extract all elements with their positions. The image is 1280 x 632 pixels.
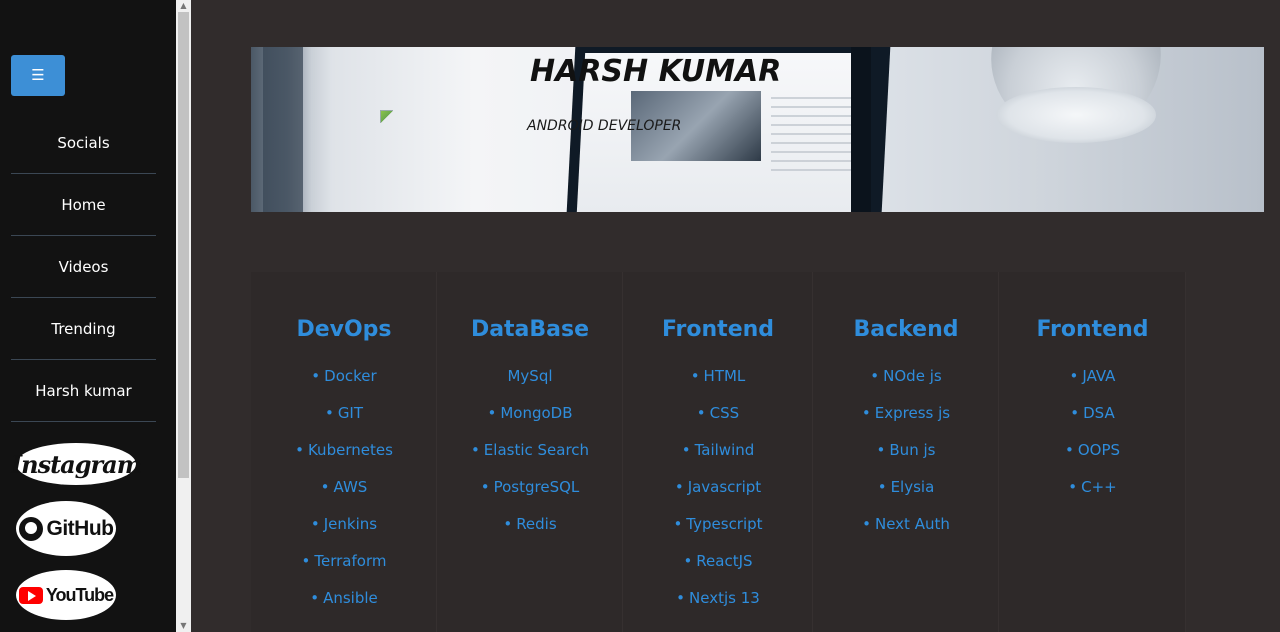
- skill-column-backend: Backend • NOde js • Express js • Bun js • El…: [813, 272, 999, 632]
- skill-item[interactable]: • Next Auth: [813, 514, 999, 551]
- hero-background-lamp-rim: [996, 87, 1156, 143]
- skill-item[interactable]: • C++: [999, 477, 1186, 514]
- skill-item[interactable]: • DSA: [999, 403, 1186, 440]
- skill-item[interactable]: • ReactJS: [623, 551, 813, 588]
- skill-column-frontend-2: Frontend • JAVA • DSA • OOPS • C++: [999, 272, 1186, 632]
- hero-title: HARSH KUMAR: [530, 54, 782, 89]
- skill-list: • Docker • GIT • Kubernetes • AWS • Jenkins •…: [251, 366, 437, 625]
- hero-background-monitor-edge: [851, 47, 871, 212]
- skill-item[interactable]: • Terraform: [251, 551, 437, 588]
- skill-item[interactable]: • Nextjs 13: [623, 588, 813, 625]
- skill-column-title: Backend: [853, 317, 959, 342]
- youtube-link[interactable]: YouTube: [16, 570, 116, 620]
- scroll-up-arrow-icon[interactable]: ▲: [176, 0, 191, 12]
- skill-item[interactable]: • NOde js: [813, 366, 999, 403]
- hero-background-window-pane: [263, 47, 303, 212]
- skill-item[interactable]: • Ansible: [251, 588, 437, 625]
- skill-item[interactable]: • JAVA: [999, 366, 1186, 403]
- scroll-thumb[interactable]: [178, 12, 189, 478]
- skill-column-title: Frontend: [661, 317, 775, 342]
- github-link[interactable]: GitHub: [16, 501, 116, 556]
- sidebar: ☰ Socials Home Videos Trending Harsh kum…: [0, 0, 176, 632]
- skill-item[interactable]: • AWS: [251, 477, 437, 514]
- skill-column-title: DataBase: [470, 317, 590, 342]
- skill-item[interactable]: MySql: [437, 366, 623, 403]
- skill-list: • JAVA • DSA • OOPS • C++: [999, 366, 1186, 514]
- skill-item[interactable]: • Bun js: [813, 440, 999, 477]
- sidebar-item-harsh-kumar[interactable]: Harsh kumar: [11, 360, 156, 422]
- skill-item[interactable]: • Typescript: [623, 514, 813, 551]
- skill-item[interactable]: • OOPS: [999, 440, 1186, 477]
- skill-item[interactable]: • Express js: [813, 403, 999, 440]
- skill-item[interactable]: • GIT: [251, 403, 437, 440]
- skill-item[interactable]: • MongoDB: [437, 403, 623, 440]
- sidebar-item-videos[interactable]: Videos: [11, 236, 156, 298]
- skill-item[interactable]: • Docker: [251, 366, 437, 403]
- skill-item[interactable]: • Redis: [437, 514, 623, 551]
- skill-list: • NOde js • Express js • Bun js • Elysia • Ne…: [813, 366, 999, 551]
- scroll-down-arrow-icon[interactable]: ▼: [176, 620, 191, 632]
- skill-item[interactable]: • Elastic Search: [437, 440, 623, 477]
- youtube-logo: YouTube: [45, 584, 114, 605]
- skill-list: • HTML • CSS • Tailwind • Javascript • Typesc…: [623, 366, 813, 625]
- skill-item[interactable]: • Tailwind: [623, 440, 813, 477]
- skill-item[interactable]: • Javascript: [623, 477, 813, 514]
- skill-item[interactable]: • CSS: [623, 403, 813, 440]
- hamburger-icon: ☰: [31, 66, 45, 84]
- broken-image-icon: [380, 110, 393, 123]
- sidebar-item-trending[interactable]: Trending: [11, 298, 156, 360]
- github-logo: GitHub: [46, 516, 114, 540]
- skill-list: MySql • MongoDB • Elastic Search • PostgreS…: [437, 366, 623, 551]
- youtube-play-icon: [18, 586, 43, 604]
- sidebar-item-home[interactable]: Home: [11, 174, 156, 236]
- skill-column-title: DevOps: [296, 317, 392, 342]
- hero-background-screen-text: [771, 97, 851, 177]
- skill-column-database: DataBase MySql • MongoDB • Elastic Search …: [437, 272, 623, 632]
- hero-banner: HARSH KUMAR ANDROID DEVELOPER: [251, 47, 1264, 212]
- skill-item[interactable]: • Kubernetes: [251, 440, 437, 477]
- instagram-link[interactable]: Instagram: [11, 443, 142, 485]
- skill-column-devops: DevOps • Docker • GIT • Kubernetes • AWS • Je…: [251, 272, 437, 632]
- skill-item[interactable]: • Jenkins: [251, 514, 437, 551]
- hero-subtitle: ANDROID DEVELOPER: [527, 118, 682, 134]
- sidebar-nav: Socials Home Videos Trending Harsh kumar: [11, 112, 156, 422]
- skill-item[interactable]: • PostgreSQL: [437, 477, 623, 514]
- instagram-logo: Instagram: [10, 449, 142, 479]
- sidebar-scrollbar[interactable]: ▲ ▼: [176, 0, 191, 632]
- github-mark-icon: [18, 516, 43, 541]
- skill-item[interactable]: • HTML: [623, 366, 813, 403]
- sidebar-item-socials[interactable]: Socials: [11, 112, 156, 174]
- skill-column-title: Frontend: [1036, 317, 1149, 342]
- skill-column-frontend: Frontend • HTML • CSS • Tailwind • Javascrip…: [623, 272, 813, 632]
- skills-section: DevOps • Docker • GIT • Kubernetes • AWS • Je…: [251, 272, 1186, 632]
- hamburger-menu-button[interactable]: ☰: [11, 55, 65, 96]
- skill-item[interactable]: • Elysia: [813, 477, 999, 514]
